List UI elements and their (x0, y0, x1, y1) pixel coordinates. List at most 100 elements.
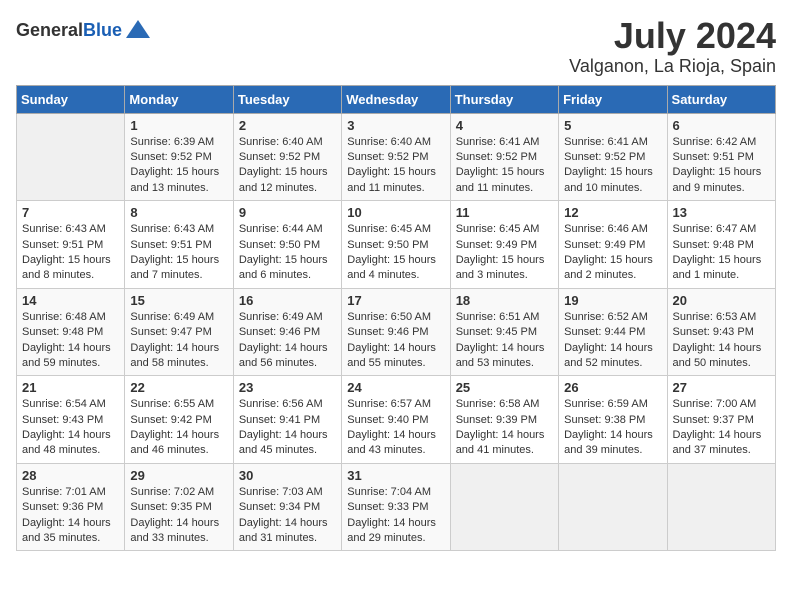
calendar-header-row: SundayMondayTuesdayWednesdayThursdayFrid… (17, 85, 776, 113)
day-info: Sunrise: 6:41 AM Sunset: 9:52 PM Dayligh… (564, 135, 661, 197)
calendar-day-cell: 1Sunrise: 6:39 AM Sunset: 9:52 PM Daylig… (125, 113, 233, 201)
weekday-row: SundayMondayTuesdayWednesdayThursdayFrid… (17, 85, 776, 113)
day-number: 30 (239, 468, 336, 483)
calendar-day-cell: 16 Sunrise: 6:49 AM Sunset: 9:46 PM Dayli… (233, 288, 341, 376)
day-number: 15 (130, 293, 227, 308)
day-number: 13 (673, 205, 770, 220)
calendar-day-cell: 25Sunrise: 6:58 AM Sunset: 9:39 PM Dayli… (450, 376, 558, 464)
calendar-week-row: 7 Sunrise: 6:43 AM Sunset: 9:51 PM Daylig… (17, 201, 776, 289)
day-number: 2 (239, 118, 336, 133)
day-info: Sunrise: 6:48 AM Sunset: 9:48 PM Dayligh… (22, 310, 119, 372)
calendar-day-cell: 30Sunrise: 7:03 AM Sunset: 9:34 PM Dayli… (233, 463, 341, 551)
logo-general: General (16, 20, 83, 40)
day-info: Sunrise: 6:51 AM Sunset: 9:45 PM Dayligh… (456, 310, 553, 372)
day-number: 31 (347, 468, 444, 483)
day-number: 17 (347, 293, 444, 308)
day-number: 16 (239, 293, 336, 308)
day-number: 12 (564, 205, 661, 220)
location-title: Valganon, La Rioja, Spain (569, 56, 776, 77)
calendar-day-cell: 28Sunrise: 7:01 AM Sunset: 9:36 PM Dayli… (17, 463, 125, 551)
calendar-body: 1Sunrise: 6:39 AM Sunset: 9:52 PM Daylig… (17, 113, 776, 551)
day-number: 28 (22, 468, 119, 483)
day-number: 5 (564, 118, 661, 133)
day-number: 29 (130, 468, 227, 483)
day-info: Sunrise: 6:57 AM Sunset: 9:40 PM Dayligh… (347, 397, 444, 459)
calendar-header: GeneralBlue July 2024 Valganon, La Rioja… (16, 16, 776, 77)
weekday-header: Tuesday (233, 85, 341, 113)
day-number: 22 (130, 380, 227, 395)
day-number: 21 (22, 380, 119, 395)
weekday-header: Thursday (450, 85, 558, 113)
calendar-day-cell: 31 Sunrise: 7:04 AM Sunset: 9:33 PM Dayli… (342, 463, 450, 551)
day-info: Sunrise: 6:42 AM Sunset: 9:51 PM Dayligh… (673, 135, 770, 197)
logo-icon (124, 16, 152, 44)
day-number: 23 (239, 380, 336, 395)
day-info: Sunrise: 6:46 AM Sunset: 9:49 PM Dayligh… (564, 222, 661, 284)
day-number: 18 (456, 293, 553, 308)
day-number: 27 (673, 380, 770, 395)
calendar-day-cell: 20Sunrise: 6:53 AM Sunset: 9:43 PM Dayli… (667, 288, 775, 376)
calendar-day-cell: 2 Sunrise: 6:40 AM Sunset: 9:52 PM Daylig… (233, 113, 341, 201)
calendar-day-cell: 5 Sunrise: 6:41 AM Sunset: 9:52 PM Daylig… (559, 113, 667, 201)
calendar-day-cell: 6 Sunrise: 6:42 AM Sunset: 9:51 PM Daylig… (667, 113, 775, 201)
logo: GeneralBlue (16, 16, 152, 44)
month-title: July 2024 (569, 16, 776, 56)
day-info: Sunrise: 7:04 AM Sunset: 9:33 PM Dayligh… (347, 485, 444, 547)
day-number: 11 (456, 205, 553, 220)
day-number: 6 (673, 118, 770, 133)
calendar-day-cell: 4Sunrise: 6:41 AM Sunset: 9:52 PM Daylig… (450, 113, 558, 201)
day-info: Sunrise: 6:43 AM Sunset: 9:51 PM Dayligh… (130, 222, 227, 284)
calendar-day-cell: 27 Sunrise: 7:00 AM Sunset: 9:37 PM Dayli… (667, 376, 775, 464)
calendar-day-cell: 22 Sunrise: 6:55 AM Sunset: 9:42 PM Dayli… (125, 376, 233, 464)
calendar-day-cell: 29 Sunrise: 7:02 AM Sunset: 9:35 PM Dayli… (125, 463, 233, 551)
calendar-week-row: 14 Sunrise: 6:48 AM Sunset: 9:48 PM Dayli… (17, 288, 776, 376)
calendar-day-cell (667, 463, 775, 551)
calendar-day-cell: 15 Sunrise: 6:49 AM Sunset: 9:47 PM Dayli… (125, 288, 233, 376)
calendar-day-cell (559, 463, 667, 551)
day-info: Sunrise: 6:55 AM Sunset: 9:42 PM Dayligh… (130, 397, 227, 459)
calendar-week-row: 21Sunrise: 6:54 AM Sunset: 9:43 PM Dayli… (17, 376, 776, 464)
day-info: Sunrise: 6:50 AM Sunset: 9:46 PM Dayligh… (347, 310, 444, 372)
day-number: 7 (22, 205, 119, 220)
day-info: Sunrise: 6:45 AM Sunset: 9:50 PM Dayligh… (347, 222, 444, 284)
weekday-header: Friday (559, 85, 667, 113)
weekday-header: Monday (125, 85, 233, 113)
day-info: Sunrise: 6:49 AM Sunset: 9:46 PM Dayligh… (239, 310, 336, 372)
day-info: Sunrise: 6:56 AM Sunset: 9:41 PM Dayligh… (239, 397, 336, 459)
calendar-day-cell: 21Sunrise: 6:54 AM Sunset: 9:43 PM Dayli… (17, 376, 125, 464)
day-info: Sunrise: 6:43 AM Sunset: 9:51 PM Dayligh… (22, 222, 119, 284)
day-number: 3 (347, 118, 444, 133)
day-info: Sunrise: 6:58 AM Sunset: 9:39 PM Dayligh… (456, 397, 553, 459)
title-area: July 2024 Valganon, La Rioja, Spain (569, 16, 776, 77)
weekday-header: Wednesday (342, 85, 450, 113)
day-info: Sunrise: 7:02 AM Sunset: 9:35 PM Dayligh… (130, 485, 227, 547)
calendar-day-cell: 17 Sunrise: 6:50 AM Sunset: 9:46 PM Dayli… (342, 288, 450, 376)
day-info: Sunrise: 6:40 AM Sunset: 9:52 PM Dayligh… (239, 135, 336, 197)
day-number: 14 (22, 293, 119, 308)
calendar-week-row: 1Sunrise: 6:39 AM Sunset: 9:52 PM Daylig… (17, 113, 776, 201)
calendar-day-cell: 23 Sunrise: 6:56 AM Sunset: 9:41 PM Dayli… (233, 376, 341, 464)
day-info: Sunrise: 7:00 AM Sunset: 9:37 PM Dayligh… (673, 397, 770, 459)
day-number: 24 (347, 380, 444, 395)
calendar-day-cell: 14 Sunrise: 6:48 AM Sunset: 9:48 PM Dayli… (17, 288, 125, 376)
day-info: Sunrise: 6:52 AM Sunset: 9:44 PM Dayligh… (564, 310, 661, 372)
day-number: 19 (564, 293, 661, 308)
day-info: Sunrise: 6:59 AM Sunset: 9:38 PM Dayligh… (564, 397, 661, 459)
calendar-day-cell: 3Sunrise: 6:40 AM Sunset: 9:52 PM Daylig… (342, 113, 450, 201)
calendar-day-cell: 24 Sunrise: 6:57 AM Sunset: 9:40 PM Dayli… (342, 376, 450, 464)
calendar-day-cell: 19 Sunrise: 6:52 AM Sunset: 9:44 PM Dayli… (559, 288, 667, 376)
weekday-header: Sunday (17, 85, 125, 113)
calendar-day-cell: 11Sunrise: 6:45 AM Sunset: 9:49 PM Dayli… (450, 201, 558, 289)
calendar-day-cell (17, 113, 125, 201)
day-info: Sunrise: 6:49 AM Sunset: 9:47 PM Dayligh… (130, 310, 227, 372)
day-number: 1 (130, 118, 227, 133)
calendar-day-cell: 9Sunrise: 6:44 AM Sunset: 9:50 PM Daylig… (233, 201, 341, 289)
day-number: 20 (673, 293, 770, 308)
logo-text: GeneralBlue (16, 20, 122, 41)
calendar-day-cell: 10 Sunrise: 6:45 AM Sunset: 9:50 PM Dayli… (342, 201, 450, 289)
day-number: 8 (130, 205, 227, 220)
day-number: 10 (347, 205, 444, 220)
calendar-day-cell: 18 Sunrise: 6:51 AM Sunset: 9:45 PM Dayli… (450, 288, 558, 376)
calendar-week-row: 28Sunrise: 7:01 AM Sunset: 9:36 PM Dayli… (17, 463, 776, 551)
calendar-day-cell: 26Sunrise: 6:59 AM Sunset: 9:38 PM Dayli… (559, 376, 667, 464)
